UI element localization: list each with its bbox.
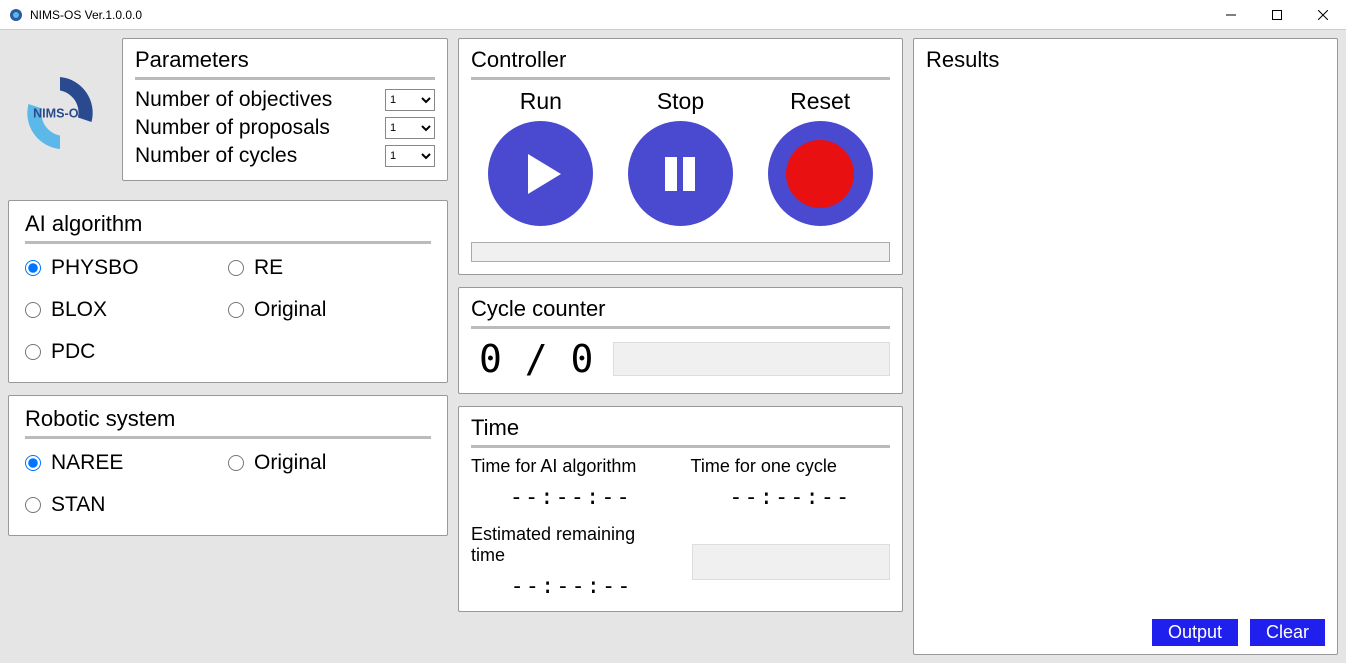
close-button[interactable] bbox=[1300, 0, 1346, 30]
divider bbox=[25, 436, 431, 439]
radio-label: PDC bbox=[51, 340, 95, 364]
reset-button[interactable] bbox=[768, 121, 873, 226]
algo-option-original[interactable]: Original bbox=[228, 298, 431, 322]
radio-input[interactable] bbox=[228, 302, 244, 318]
radio-input[interactable] bbox=[25, 344, 41, 360]
run-button[interactable] bbox=[488, 121, 593, 226]
algo-option-re[interactable]: RE bbox=[228, 256, 431, 280]
radio-input[interactable] bbox=[25, 260, 41, 276]
radio-input[interactable] bbox=[228, 260, 244, 276]
time-remain-label: Estimated remaining time bbox=[471, 524, 672, 566]
robotic-system-panel: Robotic system NAREE Original STAN bbox=[8, 395, 448, 536]
param-label-cycles: Number of cycles bbox=[135, 144, 297, 168]
results-textarea[interactable] bbox=[926, 81, 1325, 613]
results-panel: Results Output Clear bbox=[913, 38, 1338, 655]
radio-input[interactable] bbox=[25, 455, 41, 471]
radio-label: Original bbox=[254, 298, 326, 322]
algo-option-physbo[interactable]: PHYSBO bbox=[25, 256, 228, 280]
stop-label: Stop bbox=[657, 88, 704, 115]
window-title: NIMS-OS Ver.1.0.0.0 bbox=[30, 8, 142, 22]
radio-label: PHYSBO bbox=[51, 256, 139, 280]
cycle-counter-value: 0 / 0 bbox=[471, 337, 593, 381]
time-cycle-value: --:--:-- bbox=[691, 485, 891, 510]
divider bbox=[471, 326, 890, 329]
algo-option-blox[interactable]: BLOX bbox=[25, 298, 228, 322]
radio-label: Original bbox=[254, 451, 326, 475]
radio-input[interactable] bbox=[228, 455, 244, 471]
divider bbox=[471, 445, 890, 448]
svg-text:NIMS-OS: NIMS-OS bbox=[33, 107, 87, 121]
controller-panel: Controller Run Stop Reset bbox=[458, 38, 903, 275]
divider bbox=[25, 241, 431, 244]
robot-option-stan[interactable]: STAN bbox=[25, 493, 228, 517]
ai-algorithm-header: AI algorithm bbox=[25, 211, 431, 237]
maximize-button[interactable] bbox=[1254, 0, 1300, 30]
objectives-select[interactable]: 1 bbox=[385, 89, 435, 111]
time-header: Time bbox=[471, 415, 890, 441]
robot-option-original[interactable]: Original bbox=[228, 451, 431, 475]
cycle-counter-header: Cycle counter bbox=[471, 296, 890, 322]
time-ai-value: --:--:-- bbox=[471, 485, 671, 510]
minimize-button[interactable] bbox=[1208, 0, 1254, 30]
time-remain-value: --:--:-- bbox=[471, 574, 672, 599]
cycles-select[interactable]: 1 bbox=[385, 145, 435, 167]
reset-label: Reset bbox=[790, 88, 850, 115]
algo-option-pdc[interactable]: PDC bbox=[25, 340, 228, 364]
robotic-system-header: Robotic system bbox=[25, 406, 431, 432]
pause-icon bbox=[655, 149, 705, 199]
radio-label: RE bbox=[254, 256, 283, 280]
logo: NIMS-OS bbox=[8, 38, 112, 188]
robot-option-naree[interactable]: NAREE bbox=[25, 451, 228, 475]
param-label-objectives: Number of objectives bbox=[135, 88, 332, 112]
divider bbox=[471, 77, 890, 80]
proposals-select[interactable]: 1 bbox=[385, 117, 435, 139]
results-header: Results bbox=[926, 47, 1325, 73]
time-remain-bar bbox=[692, 544, 890, 580]
app-icon bbox=[8, 7, 24, 23]
controller-header: Controller bbox=[471, 47, 890, 73]
radio-label: BLOX bbox=[51, 298, 107, 322]
time-cycle-label: Time for one cycle bbox=[691, 456, 891, 477]
ai-algorithm-panel: AI algorithm PHYSBO RE BLOX Original PDC bbox=[8, 200, 448, 383]
stop-button[interactable] bbox=[628, 121, 733, 226]
parameters-header: Parameters bbox=[135, 47, 435, 73]
radio-label: NAREE bbox=[51, 451, 123, 475]
cycle-counter-bar bbox=[613, 342, 890, 376]
record-icon bbox=[780, 134, 860, 214]
progress-bar bbox=[471, 242, 890, 262]
radio-label: STAN bbox=[51, 493, 105, 517]
clear-button[interactable]: Clear bbox=[1250, 619, 1325, 646]
param-label-proposals: Number of proposals bbox=[135, 116, 330, 140]
radio-input[interactable] bbox=[25, 302, 41, 318]
output-button[interactable]: Output bbox=[1152, 619, 1238, 646]
titlebar: NIMS-OS Ver.1.0.0.0 bbox=[0, 0, 1346, 30]
divider bbox=[135, 77, 435, 80]
run-label: Run bbox=[520, 88, 562, 115]
radio-input[interactable] bbox=[25, 497, 41, 513]
cycle-counter-panel: Cycle counter 0 / 0 bbox=[458, 287, 903, 394]
time-panel: Time Time for AI algorithm Time for one … bbox=[458, 406, 903, 612]
play-icon bbox=[516, 149, 566, 199]
time-ai-label: Time for AI algorithm bbox=[471, 456, 671, 477]
parameters-panel: Parameters Number of objectives 1 Number… bbox=[122, 38, 448, 181]
